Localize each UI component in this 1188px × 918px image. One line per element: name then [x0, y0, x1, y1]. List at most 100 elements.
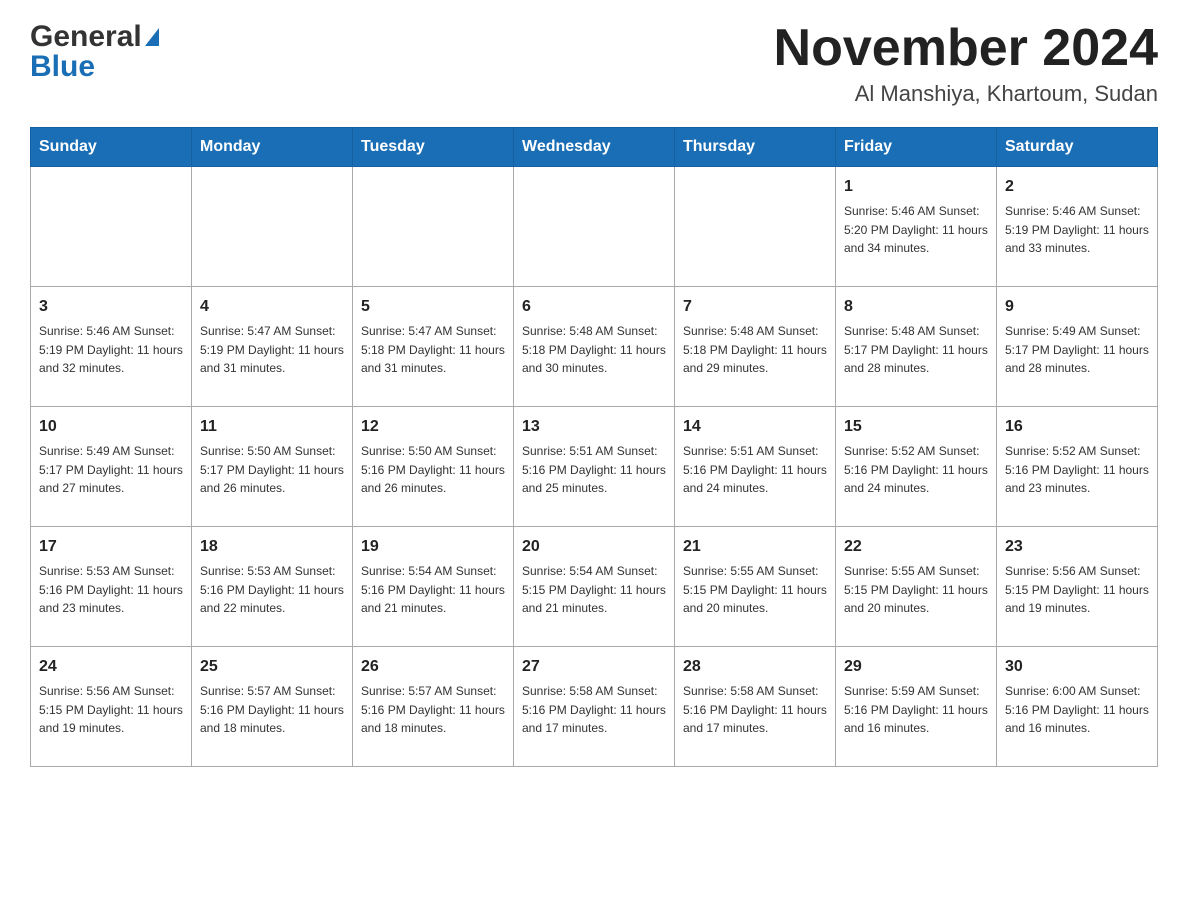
day-number: 21 — [683, 535, 827, 559]
table-row — [675, 167, 836, 287]
table-row: 6 Sunrise: 5:48 AM Sunset: 5:18 PM Daylig… — [514, 287, 675, 407]
day-number: 16 — [1005, 415, 1149, 439]
day-info: Sunrise: 5:56 AM Sunset: 5:15 PM Dayligh… — [1005, 562, 1149, 618]
table-row: 15Sunrise: 5:52 AM Sunset: 5:16 PM Dayli… — [836, 407, 997, 527]
day-info: Sunrise: 5:50 AM Sunset: 5:16 PM Dayligh… — [361, 442, 505, 498]
calendar-table: Sunday Monday Tuesday Wednesday Thursday… — [30, 127, 1158, 767]
table-row: 4 Sunrise: 5:47 AM Sunset: 5:19 PM Daylig… — [192, 287, 353, 407]
calendar-week-row: 24 Sunrise: 5:56 AM Sunset: 5:15 PM Dayli… — [31, 647, 1158, 767]
day-number: 6 — [522, 295, 666, 319]
table-row: 23Sunrise: 5:56 AM Sunset: 5:15 PM Dayli… — [997, 527, 1158, 647]
table-row — [514, 167, 675, 287]
day-info: Sunrise: 5:56 AM Sunset: 5:15 PM Dayligh… — [39, 682, 183, 738]
logo-blue: Blue — [30, 50, 95, 84]
day-number: 4 — [200, 295, 344, 319]
day-info: Sunrise: 5:51 AM Sunset: 5:16 PM Dayligh… — [522, 442, 666, 498]
header-friday: Friday — [836, 128, 997, 167]
day-info: Sunrise: 5:57 AM Sunset: 5:16 PM Dayligh… — [361, 682, 505, 738]
day-number: 1 — [844, 175, 988, 199]
day-info: Sunrise: 5:49 AM Sunset: 5:17 PM Dayligh… — [39, 442, 183, 498]
day-number: 7 — [683, 295, 827, 319]
table-row: 18 Sunrise: 5:53 AM Sunset: 5:16 PM Dayli… — [192, 527, 353, 647]
day-info: Sunrise: 5:51 AM Sunset: 5:16 PM Dayligh… — [683, 442, 827, 498]
day-number: 30 — [1005, 655, 1149, 679]
table-row: 29 Sunrise: 5:59 AM Sunset: 5:16 PM Dayli… — [836, 647, 997, 767]
day-number: 28 — [683, 655, 827, 679]
table-row: 13 Sunrise: 5:51 AM Sunset: 5:16 PM Dayli… — [514, 407, 675, 527]
day-info: Sunrise: 5:55 AM Sunset: 5:15 PM Dayligh… — [844, 562, 988, 618]
day-number: 17 — [39, 535, 183, 559]
header-thursday: Thursday — [675, 128, 836, 167]
day-number: 18 — [200, 535, 344, 559]
day-number: 27 — [522, 655, 666, 679]
day-info: Sunrise: 5:48 AM Sunset: 5:18 PM Dayligh… — [522, 322, 666, 378]
logo-general: General — [30, 20, 159, 54]
calendar-week-row: 10 Sunrise: 5:49 AM Sunset: 5:17 PM Dayli… — [31, 407, 1158, 527]
day-number: 29 — [844, 655, 988, 679]
day-number: 19 — [361, 535, 505, 559]
table-row: 11 Sunrise: 5:50 AM Sunset: 5:17 PM Dayli… — [192, 407, 353, 527]
table-row: 19 Sunrise: 5:54 AM Sunset: 5:16 PM Dayli… — [353, 527, 514, 647]
day-info: Sunrise: 5:48 AM Sunset: 5:18 PM Dayligh… — [683, 322, 827, 378]
table-row: 2Sunrise: 5:46 AM Sunset: 5:19 PM Daylig… — [997, 167, 1158, 287]
day-number: 14 — [683, 415, 827, 439]
day-number: 15 — [844, 415, 988, 439]
table-row: 5 Sunrise: 5:47 AM Sunset: 5:18 PM Daylig… — [353, 287, 514, 407]
day-number: 11 — [200, 415, 344, 439]
calendar-week-row: 17 Sunrise: 5:53 AM Sunset: 5:16 PM Dayli… — [31, 527, 1158, 647]
day-info: Sunrise: 5:50 AM Sunset: 5:17 PM Dayligh… — [200, 442, 344, 498]
day-info: Sunrise: 5:58 AM Sunset: 5:16 PM Dayligh… — [683, 682, 827, 738]
table-row: 26 Sunrise: 5:57 AM Sunset: 5:16 PM Dayli… — [353, 647, 514, 767]
table-row: 30Sunrise: 6:00 AM Sunset: 5:16 PM Dayli… — [997, 647, 1158, 767]
header-monday: Monday — [192, 128, 353, 167]
table-row: 27 Sunrise: 5:58 AM Sunset: 5:16 PM Dayli… — [514, 647, 675, 767]
header-wednesday: Wednesday — [514, 128, 675, 167]
table-row: 9Sunrise: 5:49 AM Sunset: 5:17 PM Daylig… — [997, 287, 1158, 407]
day-info: Sunrise: 5:46 AM Sunset: 5:19 PM Dayligh… — [1005, 202, 1149, 258]
calendar-week-row: 1 Sunrise: 5:46 AM Sunset: 5:20 PM Daylig… — [31, 167, 1158, 287]
day-info: Sunrise: 5:46 AM Sunset: 5:20 PM Dayligh… — [844, 202, 988, 258]
day-number: 25 — [200, 655, 344, 679]
table-row — [353, 167, 514, 287]
table-row: 16 Sunrise: 5:52 AM Sunset: 5:16 PM Dayli… — [997, 407, 1158, 527]
day-info: Sunrise: 5:58 AM Sunset: 5:16 PM Dayligh… — [522, 682, 666, 738]
day-info: Sunrise: 5:52 AM Sunset: 5:16 PM Dayligh… — [1005, 442, 1149, 498]
calendar-week-row: 3Sunrise: 5:46 AM Sunset: 5:19 PM Daylig… — [31, 287, 1158, 407]
day-info: Sunrise: 5:54 AM Sunset: 5:15 PM Dayligh… — [522, 562, 666, 618]
day-info: Sunrise: 5:47 AM Sunset: 5:19 PM Dayligh… — [200, 322, 344, 378]
table-row: 17 Sunrise: 5:53 AM Sunset: 5:16 PM Dayli… — [31, 527, 192, 647]
day-number: 5 — [361, 295, 505, 319]
logo: General Blue — [30, 20, 159, 84]
table-row: 8 Sunrise: 5:48 AM Sunset: 5:17 PM Daylig… — [836, 287, 997, 407]
logo-arrow-icon — [145, 28, 159, 46]
day-info: Sunrise: 5:47 AM Sunset: 5:18 PM Dayligh… — [361, 322, 505, 378]
day-info: Sunrise: 5:59 AM Sunset: 5:16 PM Dayligh… — [844, 682, 988, 738]
table-row — [31, 167, 192, 287]
day-number: 13 — [522, 415, 666, 439]
table-row: 20 Sunrise: 5:54 AM Sunset: 5:15 PM Dayli… — [514, 527, 675, 647]
day-info: Sunrise: 5:53 AM Sunset: 5:16 PM Dayligh… — [39, 562, 183, 618]
day-number: 12 — [361, 415, 505, 439]
day-number: 10 — [39, 415, 183, 439]
day-number: 20 — [522, 535, 666, 559]
calendar-title: November 2024 — [774, 20, 1158, 77]
day-number: 26 — [361, 655, 505, 679]
table-row: 12 Sunrise: 5:50 AM Sunset: 5:16 PM Dayli… — [353, 407, 514, 527]
calendar-header-row: Sunday Monday Tuesday Wednesday Thursday… — [31, 128, 1158, 167]
day-number: 8 — [844, 295, 988, 319]
day-info: Sunrise: 5:53 AM Sunset: 5:16 PM Dayligh… — [200, 562, 344, 618]
table-row: 3Sunrise: 5:46 AM Sunset: 5:19 PM Daylig… — [31, 287, 192, 407]
header-saturday: Saturday — [997, 128, 1158, 167]
day-info: Sunrise: 5:54 AM Sunset: 5:16 PM Dayligh… — [361, 562, 505, 618]
day-info: Sunrise: 5:48 AM Sunset: 5:17 PM Dayligh… — [844, 322, 988, 378]
location-subtitle: Al Manshiya, Khartoum, Sudan — [774, 81, 1158, 107]
day-info: Sunrise: 5:57 AM Sunset: 5:16 PM Dayligh… — [200, 682, 344, 738]
table-row: 10 Sunrise: 5:49 AM Sunset: 5:17 PM Dayli… — [31, 407, 192, 527]
table-row: 14 Sunrise: 5:51 AM Sunset: 5:16 PM Dayli… — [675, 407, 836, 527]
day-info: Sunrise: 5:46 AM Sunset: 5:19 PM Dayligh… — [39, 322, 183, 378]
day-number: 24 — [39, 655, 183, 679]
table-row: 25 Sunrise: 5:57 AM Sunset: 5:16 PM Dayli… — [192, 647, 353, 767]
header-sunday: Sunday — [31, 128, 192, 167]
header: General Blue November 2024 Al Manshiya, … — [30, 20, 1158, 107]
day-info: Sunrise: 5:49 AM Sunset: 5:17 PM Dayligh… — [1005, 322, 1149, 378]
